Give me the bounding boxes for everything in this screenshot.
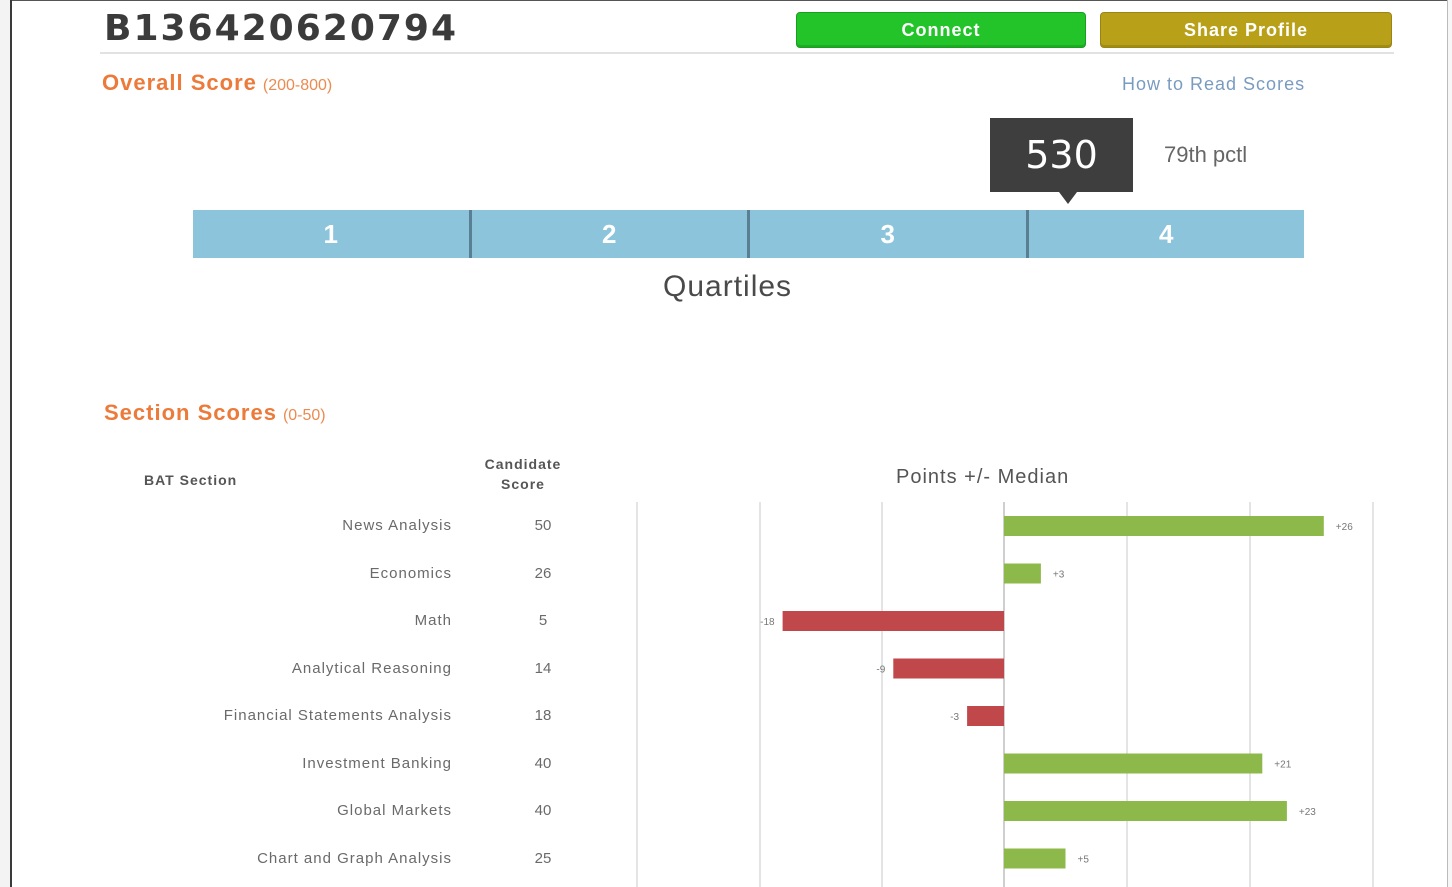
chart-bar-label: -18 [760, 617, 775, 628]
chart-bar-label: +23 [1299, 807, 1316, 818]
chart-bar-label: +26 [1336, 522, 1353, 533]
chart-bar [893, 658, 1004, 679]
chart-bar-label: +21 [1274, 760, 1291, 771]
chart-bar-label: -3 [950, 712, 959, 723]
chart-bar [1004, 516, 1324, 536]
chart-bar-label: +5 [1078, 855, 1090, 866]
chart-bar [1004, 563, 1041, 584]
chart-bar [782, 611, 1004, 631]
chart-bar-label: -9 [876, 665, 885, 676]
chart-bar [967, 706, 1004, 726]
chart-bar [1004, 753, 1263, 774]
chart-bar [1004, 848, 1066, 869]
chart-bar [1004, 801, 1287, 821]
chart-bar-label: +3 [1053, 570, 1065, 581]
points-vs-median-chart: +26 +3 -18 -9 -3 +21 +23 +5 [636, 502, 1374, 887]
